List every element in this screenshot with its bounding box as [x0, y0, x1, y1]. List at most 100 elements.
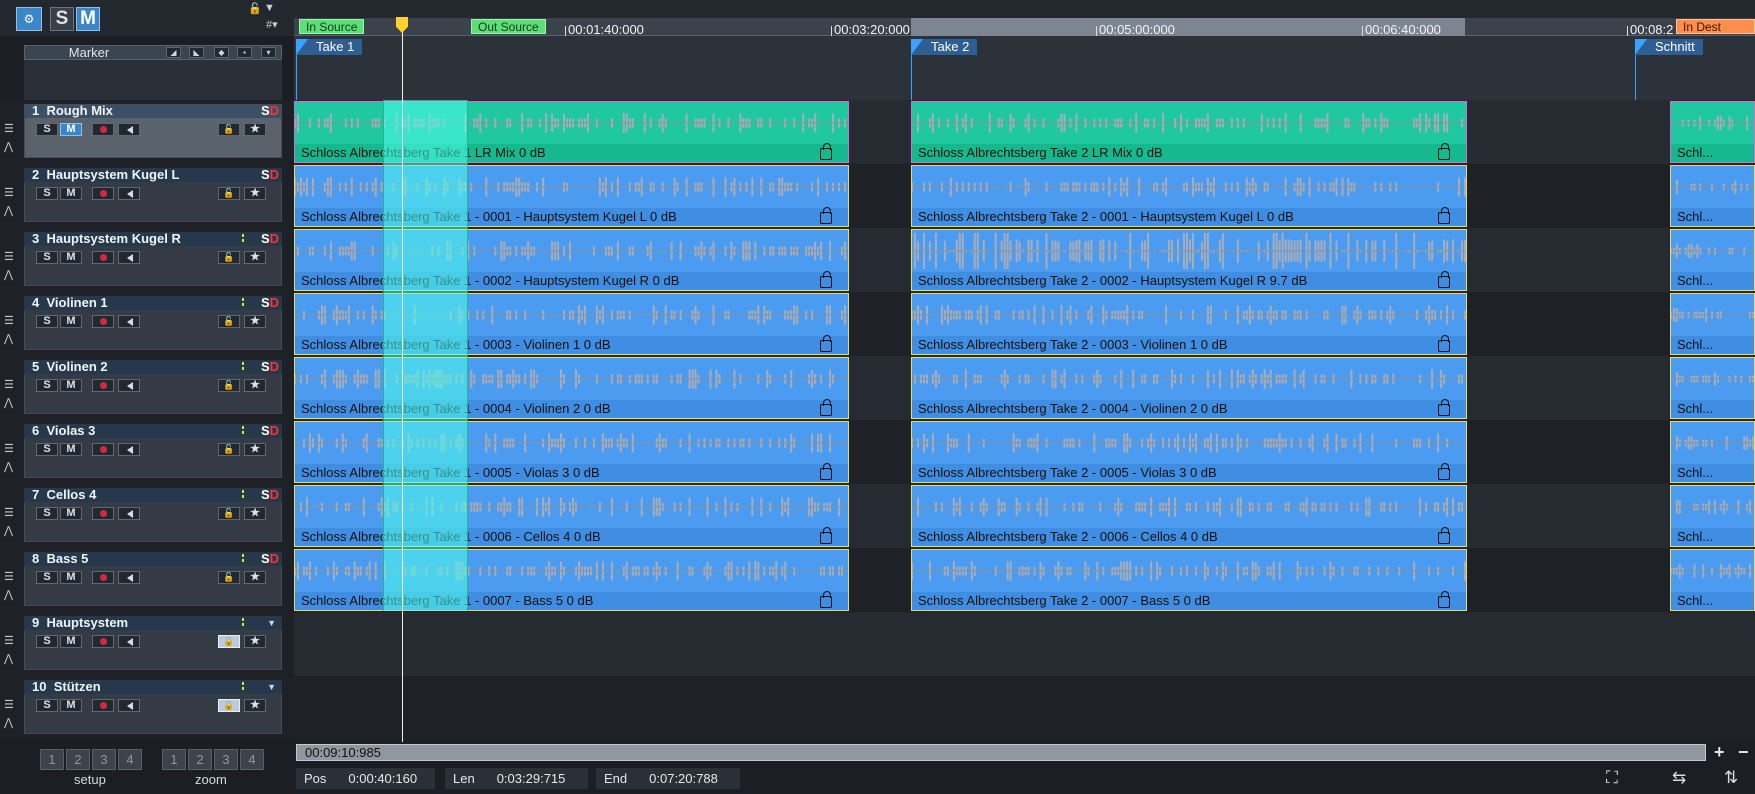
zoom-in-icon[interactable]: + [1714, 742, 1725, 763]
track-mute-button[interactable]: M [60, 699, 82, 712]
automation-icon[interactable]: ⋀ [4, 334, 13, 345]
audio-clip[interactable]: Schloss Albrechtsberg Take 2 - 0003 - Vi… [911, 293, 1467, 355]
track-menu-icon[interactable]: ☰ [4, 316, 14, 327]
track-mute-button[interactable]: M [60, 123, 82, 136]
track-header[interactable]: 9 Hauptsystem ▼ S M 🔒 ★ ☰ ⋀ [0, 612, 294, 674]
track-solo-button[interactable]: S [36, 379, 58, 392]
clip-lock-icon[interactable] [1438, 527, 1450, 544]
track-lock-icon[interactable]: 🔓 [218, 187, 240, 200]
track-star-button[interactable]: ★ [244, 379, 266, 392]
audio-clip[interactable]: Schloss Albrechtsberg Take 2 LR Mix 0 dB [911, 101, 1467, 163]
audio-clip[interactable]: Schl... [1670, 293, 1755, 355]
marker-dropdown-icon[interactable]: ▾ [261, 47, 276, 58]
record-arm-icon[interactable] [92, 699, 114, 712]
marker-take-1[interactable]: Take 1 [296, 39, 363, 55]
track-name[interactable]: 4 Violinen 1 SD [24, 296, 282, 310]
monitor-speaker-icon[interactable] [118, 187, 140, 200]
clip-lock-icon[interactable] [820, 399, 832, 416]
clip-lock-icon[interactable] [820, 271, 832, 288]
audio-clip[interactable]: Schloss Albrechtsberg Take 1 - 0003 - Vi… [294, 293, 849, 355]
audio-clip[interactable]: Schloss Albrechtsberg Take 2 - 0004 - Vi… [911, 357, 1467, 419]
automation-icon[interactable]: ⋀ [4, 398, 13, 409]
track-header[interactable]: 4 Violinen 1 SD S M 🔓 ★ ☰ ⋀ [0, 292, 294, 354]
monitor-speaker-icon[interactable] [118, 443, 140, 456]
track-star-button[interactable]: ★ [244, 251, 266, 264]
playhead-line[interactable] [402, 30, 403, 742]
in-dest-marker[interactable]: In Dest [1676, 19, 1755, 34]
setup-preset-1[interactable]: 1 [40, 749, 64, 770]
track-header[interactable]: 5 Violinen 2 SD S M 🔓 ★ ☰ ⋀ [0, 356, 294, 418]
automation-icon[interactable]: ⋀ [4, 462, 13, 473]
track-solo-button[interactable]: S [36, 251, 58, 264]
track-name[interactable]: 2 Hauptsystem Kugel L SD [24, 168, 282, 182]
setup-preset-3[interactable]: 3 [92, 749, 116, 770]
track-menu-icon[interactable]: ☰ [4, 252, 14, 263]
zoom-preset-1[interactable]: 1 [162, 749, 186, 770]
clip-lock-icon[interactable] [1438, 399, 1450, 416]
record-arm-icon[interactable] [92, 379, 114, 392]
audio-clip[interactable]: Schl... [1670, 229, 1755, 291]
track-solo-button[interactable]: S [36, 443, 58, 456]
global-mute-button[interactable]: M [76, 7, 100, 31]
track-lane[interactable] [294, 612, 1755, 676]
track-solo-button[interactable]: S [36, 187, 58, 200]
audio-clip[interactable]: Schloss Albrechtsberg Take 2 - 0001 - Ha… [911, 165, 1467, 227]
track-lock-icon[interactable]: 🔒 [218, 699, 240, 712]
track-lock-icon[interactable]: 🔓 [218, 251, 240, 264]
track-header[interactable]: 3 Hauptsystem Kugel R SD S M 🔓 ★ ☰ ⋀ [0, 228, 294, 290]
track-solo-button[interactable]: S [36, 507, 58, 520]
clip-lock-icon[interactable] [1438, 143, 1450, 160]
monitor-speaker-icon[interactable] [118, 635, 140, 648]
audio-clip[interactable]: Schl... [1670, 101, 1755, 163]
automation-icon[interactable]: ⋀ [4, 526, 13, 537]
clip-lock-icon[interactable] [1438, 463, 1450, 480]
track-lock-icon[interactable]: 🔓 [218, 571, 240, 584]
track-lock-icon[interactable]: 🔒 [218, 635, 240, 648]
record-arm-icon[interactable] [92, 315, 114, 328]
track-star-button[interactable]: ★ [244, 123, 266, 136]
track-mute-button[interactable]: M [60, 251, 82, 264]
automation-icon[interactable]: ⋀ [4, 142, 13, 153]
audio-clip[interactable]: Schloss Albrechtsberg Take 2 - 0007 - Ba… [911, 549, 1467, 611]
track-solo-button[interactable]: S [36, 571, 58, 584]
track-mute-button[interactable]: M [60, 635, 82, 648]
fit-view-icon[interactable]: ⛶ [1606, 768, 1618, 788]
end-field[interactable]: End 0:07:20:788 [596, 768, 740, 789]
automation-icon[interactable]: ⋀ [4, 270, 13, 281]
track-solo-button[interactable]: S [36, 315, 58, 328]
global-solo-button[interactable]: S [50, 7, 74, 31]
automation-icon[interactable]: ⋀ [4, 718, 13, 729]
monitor-speaker-icon[interactable] [118, 379, 140, 392]
marker-edit-icon[interactable]: ◢ [166, 47, 181, 58]
mixer-settings-icon[interactable]: ⚙ [16, 7, 42, 31]
clip-lock-icon[interactable] [820, 527, 832, 544]
audio-clip[interactable]: Schloss Albrechtsberg Take 1 LR Mix 0 dB [294, 101, 849, 163]
sd-badge[interactable]: SD [261, 552, 279, 566]
track-name[interactable]: 6 Violas 3 SD [24, 424, 282, 438]
lock-icon[interactable]: 🔓 [248, 2, 262, 15]
track-mute-button[interactable]: M [60, 379, 82, 392]
marker-lock-icon[interactable]: ▪ [237, 47, 252, 58]
clip-lock-icon[interactable] [1438, 271, 1450, 288]
track-star-button[interactable]: ★ [244, 635, 266, 648]
clip-lock-icon[interactable] [820, 143, 832, 160]
sd-badge[interactable]: SD [261, 360, 279, 374]
record-arm-icon[interactable] [92, 507, 114, 520]
sd-badge[interactable]: SD [261, 296, 279, 310]
filter-icon[interactable]: ▼ [264, 2, 275, 14]
track-lock-icon[interactable]: 🔓 [218, 443, 240, 456]
marker-schnitt[interactable]: Schnitt [1635, 39, 1703, 55]
length-field[interactable]: Len 0:03:29:715 [445, 768, 588, 789]
audio-clip[interactable]: Schloss Albrechtsberg Take 1 - 0007 - Ba… [294, 549, 849, 611]
track-name[interactable]: 10 Stützen ▼ [24, 680, 282, 694]
track-star-button[interactable]: ★ [244, 187, 266, 200]
track-name[interactable]: 9 Hauptsystem ▼ [24, 616, 282, 630]
track-solo-button[interactable]: S [36, 635, 58, 648]
out-source-marker[interactable]: Out Source [471, 19, 546, 34]
clip-lock-icon[interactable] [1438, 335, 1450, 352]
zoom-preset-3[interactable]: 3 [214, 749, 238, 770]
zoom-preset-2[interactable]: 2 [188, 749, 212, 770]
record-arm-icon[interactable] [92, 123, 114, 136]
clip-lock-icon[interactable] [820, 207, 832, 224]
grid-icon[interactable]: #▾ [266, 18, 278, 31]
